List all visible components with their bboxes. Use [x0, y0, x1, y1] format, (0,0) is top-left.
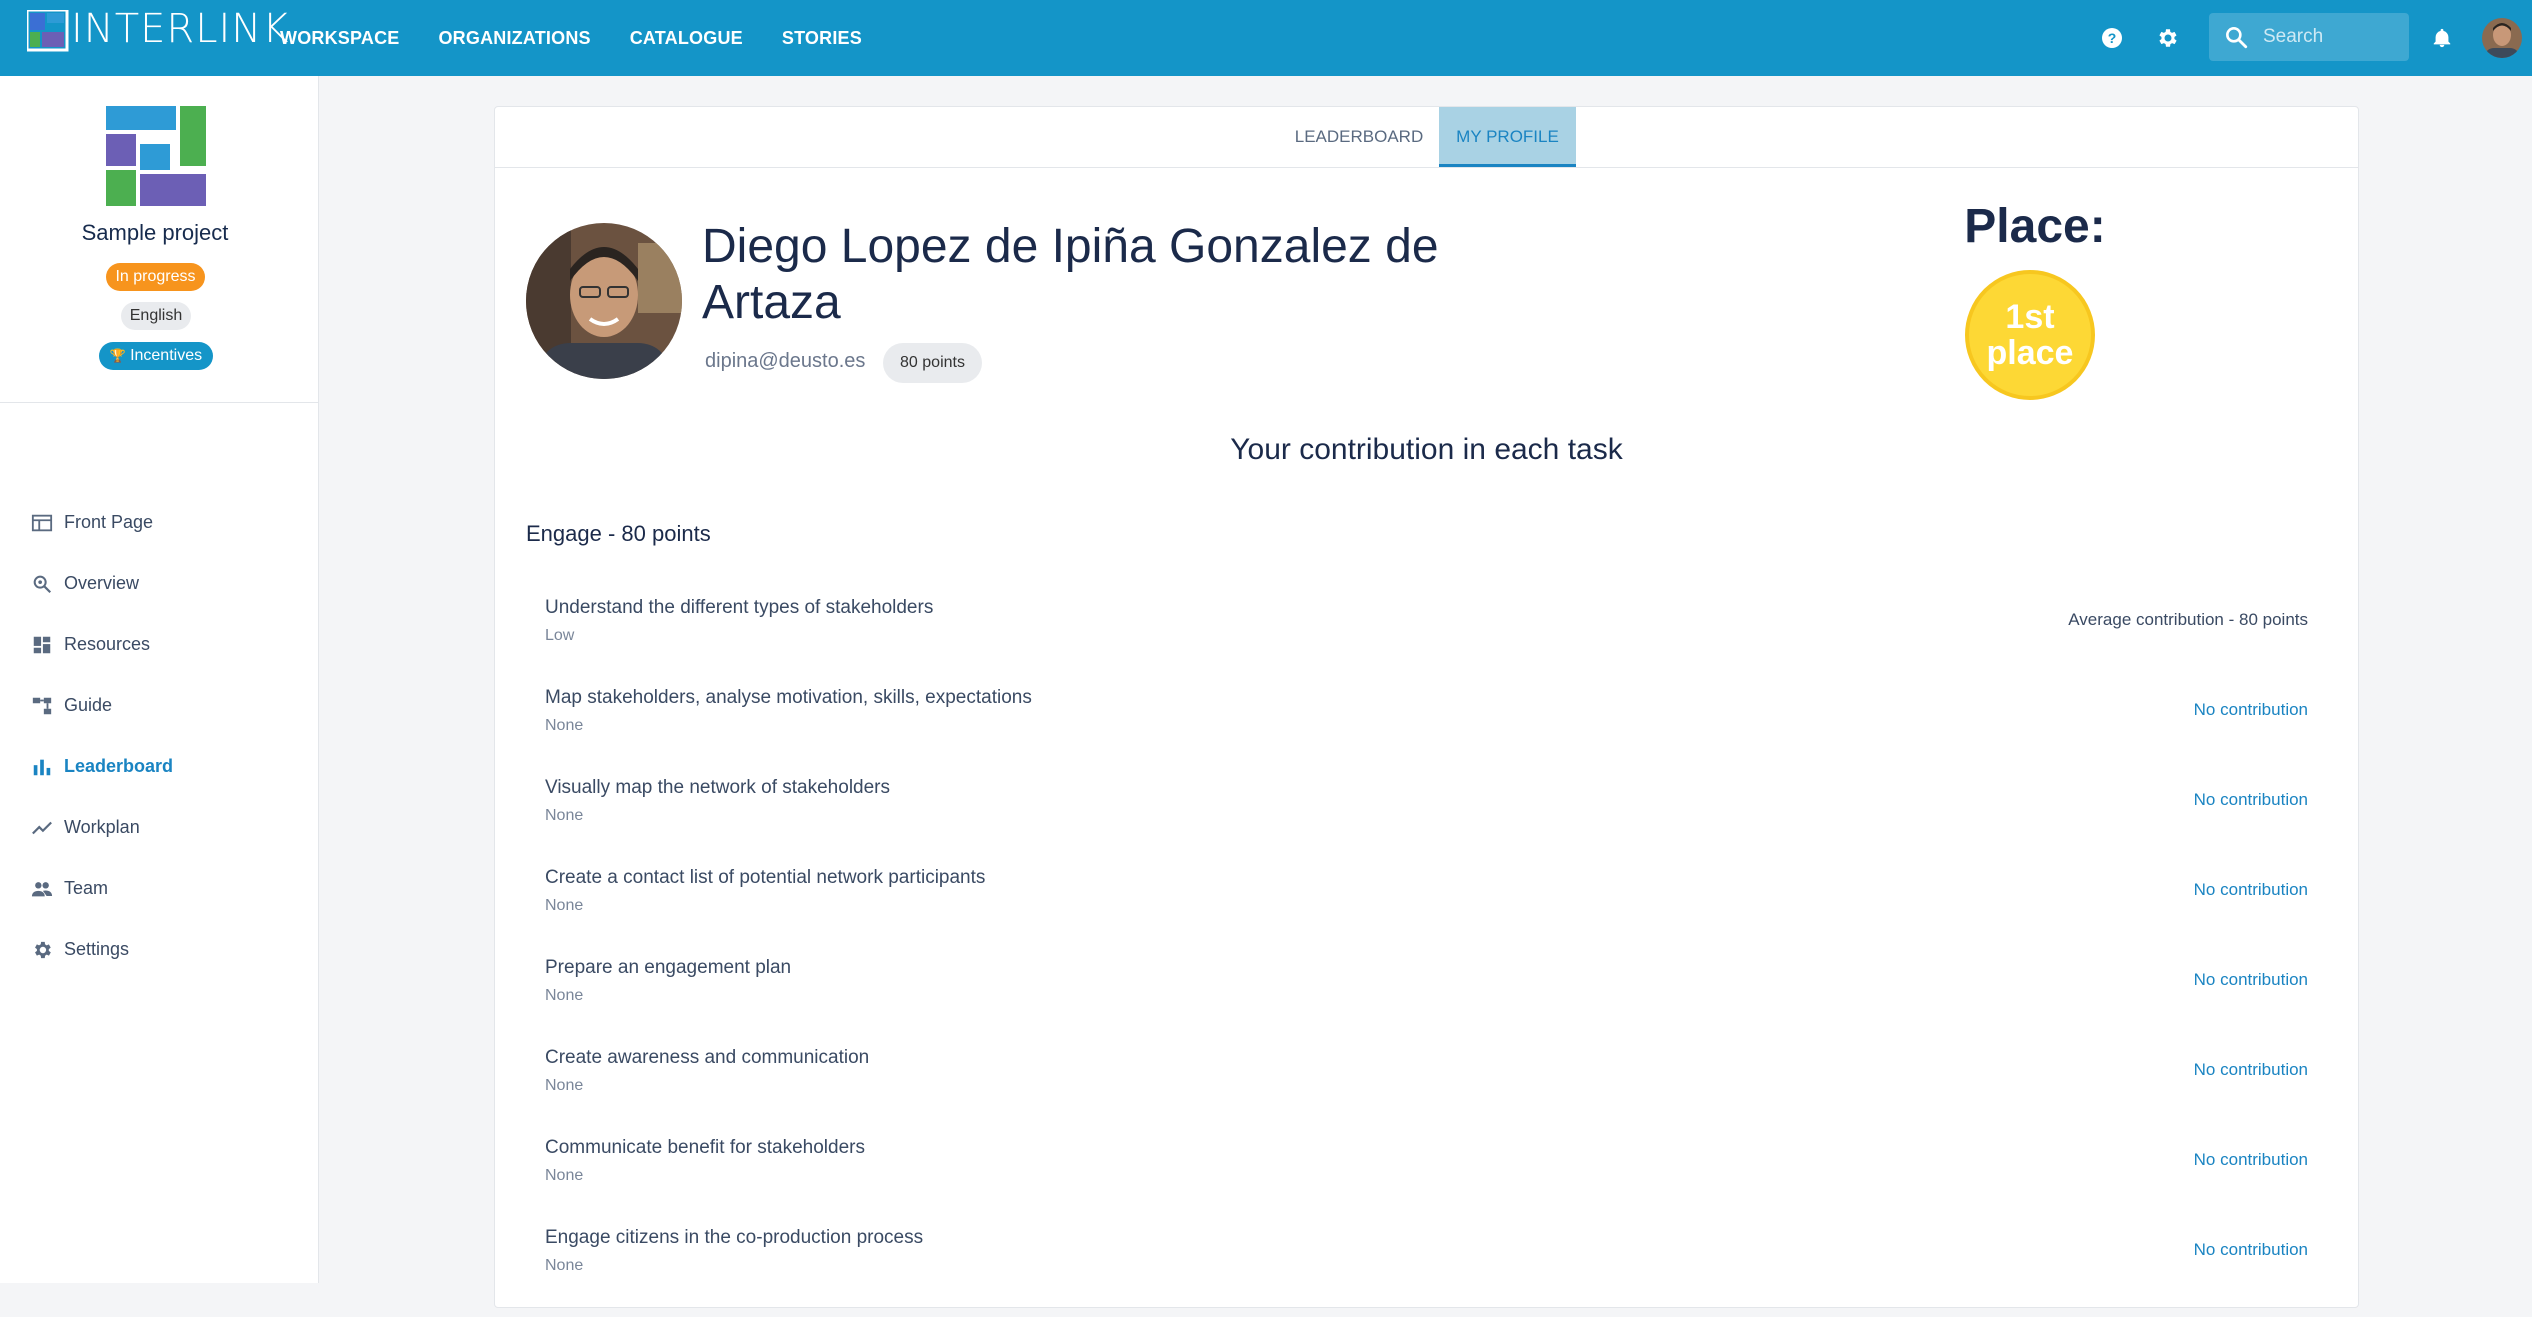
task-name: Create awareness and communication [545, 1047, 870, 1068]
task-contribution: No contribution [2193, 790, 2308, 809]
bar-chart-icon [30, 755, 54, 779]
task-row: Prepare an engagement plan None No contr… [545, 957, 2308, 1047]
task-list: Understand the different types of stakeh… [545, 597, 2308, 1317]
search-input[interactable] [2261, 25, 2395, 49]
nav-organizations[interactable]: ORGANIZATIONS [438, 28, 590, 49]
task-row: Visually map the network of stakeholders… [545, 777, 2308, 867]
task-row: Communicate benefit for stakeholders Non… [545, 1137, 2308, 1227]
sidebar-item-team[interactable]: Team [0, 858, 318, 919]
user-avatar[interactable] [2482, 18, 2522, 58]
task-level: None [545, 1257, 584, 1274]
task-contribution: No contribution [2193, 1060, 2308, 1079]
gear-icon [30, 938, 54, 962]
task-level: Low [545, 627, 575, 644]
profile-card: LEADERBOARD MY PROFILE Diego Lopez de Ip… [494, 106, 2359, 1308]
task-level: None [545, 1167, 584, 1184]
sidebar-item-label: Resources [64, 634, 151, 654]
sidebar-item-workplan[interactable]: Workplan [0, 797, 318, 858]
tab-my-profile[interactable]: MY PROFILE [1439, 107, 1576, 167]
task-contribution: No contribution [2193, 970, 2308, 989]
task-row: Create awareness and communication None … [545, 1047, 2308, 1137]
incentives-label: Incentives [130, 347, 203, 364]
task-contribution: No contribution [2193, 1240, 2308, 1259]
tab-bar: LEADERBOARD MY PROFILE [495, 107, 2358, 168]
bell-icon[interactable] [2426, 22, 2458, 54]
place-label: Place: [1964, 200, 2106, 253]
task-row: Engage citizens in the co-production pro… [545, 1227, 2308, 1317]
task-name: Understand the different types of stakeh… [545, 597, 934, 618]
language-badge: English [121, 302, 191, 330]
dashboard-icon [30, 633, 54, 657]
profile-avatar [526, 223, 682, 379]
task-level: None [545, 897, 584, 914]
trend-icon [30, 816, 54, 840]
sidebar-divider [0, 402, 318, 403]
help-icon[interactable]: ? [2096, 22, 2128, 54]
nav-catalogue[interactable]: CATALOGUE [630, 28, 743, 49]
task-name: Visually map the network of stakeholders [545, 777, 890, 798]
tab-leaderboard[interactable]: LEADERBOARD [1289, 107, 1429, 167]
sidebar-item-label: Settings [64, 939, 130, 959]
sidebar-item-label: Overview [64, 573, 140, 593]
zoom-icon [30, 572, 54, 596]
gear-icon[interactable] [2151, 22, 2183, 54]
profile-email: dipina@deusto.es [705, 350, 866, 372]
sidebar-item-leaderboard[interactable]: Leaderboard [0, 736, 318, 797]
task-level: None [545, 1077, 584, 1094]
sidebar-item-settings[interactable]: Settings [0, 919, 318, 980]
task-name: Map stakeholders, analyse motivation, sk… [545, 687, 1032, 708]
svg-text:?: ? [2108, 30, 2117, 46]
task-contribution: Average contribution - 80 points [2068, 610, 2308, 629]
sidebar-item-label: Leaderboard [64, 756, 174, 776]
task-name: Create a contact list of potential netwo… [545, 867, 986, 888]
trophy-icon: 🏆 [109, 348, 127, 363]
task-name: Prepare an engagement plan [545, 957, 792, 978]
sidebar-item-resources[interactable]: Resources [0, 614, 318, 675]
nav-workspace[interactable]: WORKSPACE [280, 28, 399, 49]
search-icon [2226, 27, 2248, 49]
sidebar-item-label: Workplan [64, 817, 140, 837]
sidebar: Sample project In progress English 🏆 Ince… [0, 76, 319, 1283]
task-level: None [545, 987, 584, 1004]
team-icon [30, 877, 54, 901]
project-logo [106, 106, 206, 211]
main-nav: WORKSPACE ORGANIZATIONS CATALOGUE STORIE… [280, 0, 901, 76]
task-level: None [545, 807, 584, 824]
profile-name: Diego Lopez de Ipiña Gonzalez de Artaza [702, 220, 1439, 329]
top-navbar: INTERLINK WORKSPACE ORGANIZATIONS CATALO… [0, 0, 2532, 76]
contribution-title: Your contribution in each task [1230, 433, 1623, 466]
sidebar-menu: Front Page Overview Resources Guide Lead… [0, 492, 318, 980]
sidebar-item-label: Front Page [64, 512, 154, 532]
place-value: 1st place [1986, 298, 2074, 372]
interlink-logo[interactable]: INTERLINK [27, 6, 288, 54]
task-name: Communicate benefit for stakeholders [545, 1137, 865, 1158]
task-contribution: No contribution [2193, 880, 2308, 899]
project-name: Sample project [81, 220, 229, 245]
sidebar-item-overview[interactable]: Overview [0, 553, 318, 614]
sidebar-item-label: Guide [64, 695, 113, 715]
sidebar-item-guide[interactable]: Guide [0, 675, 318, 736]
search-field[interactable] [2209, 13, 2409, 61]
task-level: None [545, 717, 584, 734]
task-contribution: No contribution [2193, 700, 2308, 719]
tree-icon [30, 694, 54, 718]
points-badge: 80 points [883, 343, 982, 383]
place-badge: 1st place [1965, 270, 2095, 400]
task-row: Understand the different types of stakeh… [545, 597, 2308, 687]
front-page-icon [30, 511, 54, 535]
sidebar-item-label: Team [64, 878, 109, 898]
incentives-badge: 🏆 Incentives [99, 342, 213, 370]
task-row: Map stakeholders, analyse motivation, sk… [545, 687, 2308, 777]
task-name: Engage citizens in the co-production pro… [545, 1227, 924, 1248]
brand-name: INTERLINK [71, 6, 290, 52]
status-badge: In progress [106, 263, 205, 291]
nav-stories[interactable]: STORIES [782, 28, 862, 49]
task-row: Create a contact list of potential netwo… [545, 867, 2308, 957]
section-title: Engage - 80 points [526, 521, 711, 546]
logo-icon [27, 10, 69, 52]
task-contribution: No contribution [2193, 1150, 2308, 1169]
sidebar-item-front-page[interactable]: Front Page [0, 492, 318, 553]
